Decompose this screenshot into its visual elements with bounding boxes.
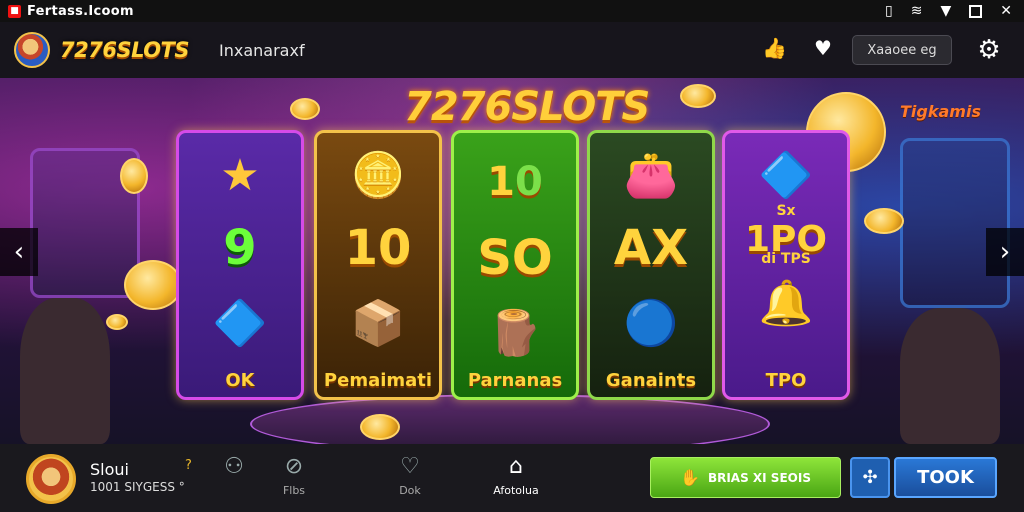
crystal-icon: 🔷 — [758, 150, 814, 201]
nav-item-leaf[interactable]: ⊘ Flbs — [264, 454, 324, 497]
purse-icon: 👛 — [623, 150, 679, 201]
barrel-icon: 🪵 — [487, 308, 543, 359]
grid-menu-button[interactable]: ✣ — [850, 457, 890, 498]
reel-label: Pemaimati — [323, 370, 433, 391]
coin-symbol-icon: ? — [185, 458, 192, 473]
banner-title: 7276SLOTS — [404, 84, 650, 130]
reel-label: TPO — [765, 370, 807, 391]
user-balance: 1001 SIYGESS ° — [90, 480, 185, 494]
logo-avatar-icon[interactable] — [14, 32, 50, 68]
reel-value: AX — [613, 220, 689, 276]
cylinder-icon: 🔵 — [623, 298, 679, 349]
leaf-icon: ⊘ — [284, 454, 304, 479]
heart-icon: ♡ — [400, 454, 420, 479]
coin-icon — [680, 84, 716, 108]
reel-label: Parnanas — [467, 370, 563, 391]
thumbs-up-icon[interactable]: 👍 — [762, 36, 787, 60]
nav-item-cart[interactable]: ⚇ — [204, 454, 264, 484]
nav-label: Dok — [399, 484, 421, 497]
coin-icon — [124, 260, 182, 310]
reel-4[interactable]: 👛 AX 🔵 Ganaints — [587, 130, 715, 400]
nav-item-heart[interactable]: ♡ Dok — [380, 454, 440, 497]
header-button[interactable]: Xaaoee eg — [852, 35, 952, 65]
bottom-bar: Sloui 1001 SIYGESS ° ? ⚇ ⊘ Flbs ♡ Dok ⌂ … — [0, 444, 1024, 512]
player-figure — [900, 308, 1000, 444]
app-logo[interactable]: 7276SLOTS — [60, 38, 190, 62]
reel-2[interactable]: 🪙 10 📦 Pemaimati — [314, 130, 442, 400]
hand-icon: ✋ — [680, 468, 700, 487]
signal-icon: ▼ — [940, 3, 952, 19]
reel-5[interactable]: 🔷 Sx 1PO di TPS 🔔 TPO — [722, 130, 850, 400]
reel-value: 9 — [223, 220, 257, 276]
coin-icon — [864, 208, 904, 234]
bell-icon: 🔔 — [758, 278, 814, 329]
nav-label: Afotolua — [493, 484, 539, 497]
promo-banner[interactable]: 7276SLOTS Tigkamis ★ 9 🔷 OK 🪙 10 📦 Pemai… — [0, 78, 1024, 444]
primary-cta-button[interactable]: ✋ BRIAS XI SEOIS — [650, 457, 841, 498]
coin-stack-icon: 🪙 — [350, 150, 406, 201]
gem-cannon-icon: 🔷 — [212, 298, 268, 349]
nav-label: Flbs — [282, 484, 306, 497]
nav-item-home[interactable]: ⌂ Afotolua — [486, 454, 546, 497]
close-icon[interactable]: ✕ — [1000, 3, 1012, 19]
player-figure — [20, 298, 110, 444]
coin-icon — [360, 414, 400, 440]
phone-icon: ▯ — [885, 3, 893, 19]
cta-label: BRIAS XI SEOIS — [707, 470, 811, 485]
user-name: Sloui — [90, 460, 129, 479]
took-button[interactable]: TOOK — [894, 457, 997, 498]
reel-value-top: 10 — [487, 159, 543, 205]
heart-gift-icon[interactable]: ♥ — [814, 36, 832, 60]
reel-label: OK — [225, 370, 255, 391]
treasure-box-icon: 📦 — [350, 298, 406, 349]
home-icon: ⌂ — [509, 454, 523, 479]
coin-icon — [106, 314, 128, 330]
reel-1[interactable]: ★ 9 🔷 OK — [176, 130, 304, 400]
coin-icon — [120, 158, 148, 194]
status-bar: ■ Fertass.Icoom ▯ ≋ ▼ ✕ — [0, 0, 1024, 22]
gear-icon[interactable]: ⚙ — [974, 36, 1004, 66]
app-icon: ■ — [8, 4, 21, 18]
reel-value: SO — [477, 230, 553, 286]
reel-value: 10 — [344, 220, 412, 276]
grid-icon: ✣ — [862, 467, 878, 488]
star-icon: ★ — [220, 150, 260, 201]
slot-table — [250, 394, 770, 444]
reel-value-sub: di TPS — [761, 251, 811, 267]
carousel-next-arrow[interactable]: › — [986, 228, 1024, 276]
status-title: Fertass.Icoom — [27, 3, 134, 19]
header-nav-link[interactable]: Inxanaraxf — [219, 41, 305, 60]
reel-value-top: Sx — [776, 203, 796, 219]
window-square-icon[interactable] — [969, 4, 983, 18]
wifi-icon: ≋ — [910, 3, 923, 19]
status-icons: ▯ ≋ ▼ ✕ — [885, 0, 1012, 22]
reel-3[interactable]: 10 SO 🪵 Parnanas — [451, 130, 579, 400]
corner-tag: Tigkamis — [900, 102, 981, 121]
cart-icon: ⚇ — [224, 454, 244, 479]
user-avatar[interactable] — [26, 454, 76, 504]
coin-icon — [290, 98, 320, 120]
carousel-prev-arrow[interactable]: ‹ — [0, 228, 38, 276]
background-slot-machine — [900, 138, 1010, 308]
reel-label: Ganaints — [605, 370, 697, 391]
